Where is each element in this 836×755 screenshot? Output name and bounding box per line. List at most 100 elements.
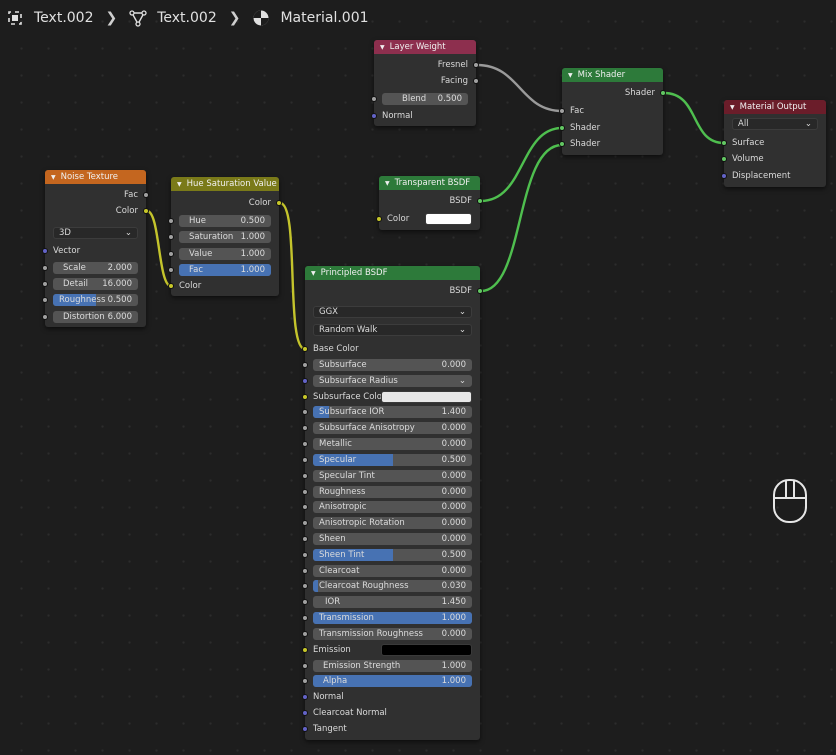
input-socket[interactable] <box>721 140 727 146</box>
color-swatch[interactable] <box>381 391 472 403</box>
subsurface-anisotropy-field[interactable]: Subsurface Anisotropy 0.000 <box>313 422 472 434</box>
input-socket[interactable] <box>559 125 565 131</box>
collapse-icon[interactable]: ▼ <box>51 174 56 181</box>
clearcoat-roughness-field[interactable]: Clearcoat Roughness 0.030 <box>313 580 472 592</box>
specular-tint-field[interactable]: Specular Tint 0.000 <box>313 470 472 482</box>
input-socket[interactable] <box>376 216 382 222</box>
input-socket[interactable] <box>42 314 48 320</box>
output-socket[interactable] <box>143 192 149 198</box>
input-socket[interactable] <box>302 726 308 732</box>
sheen-tint-field[interactable]: Sheen Tint 0.500 <box>313 549 472 561</box>
output-socket[interactable] <box>477 288 483 294</box>
input-socket[interactable] <box>302 536 308 542</box>
input-socket[interactable] <box>42 248 48 254</box>
input-socket[interactable] <box>42 297 48 303</box>
input-socket[interactable] <box>302 457 308 463</box>
input-socket[interactable] <box>302 678 308 684</box>
input-socket[interactable] <box>302 441 308 447</box>
output-socket[interactable] <box>473 78 479 84</box>
collapse-icon[interactable]: ▼ <box>311 270 316 277</box>
node-header[interactable]: ▼ Hue Saturation Value <box>171 177 279 191</box>
input-socket[interactable] <box>302 409 308 415</box>
input-socket[interactable] <box>371 113 377 119</box>
input-socket[interactable] <box>302 425 308 431</box>
output-socket[interactable] <box>473 62 479 68</box>
value-field[interactable]: Value 1.000 <box>179 248 271 260</box>
node-header[interactable]: ▼ Transparent BSDF <box>379 176 480 190</box>
input-socket[interactable] <box>302 615 308 621</box>
color-swatch[interactable] <box>381 644 472 656</box>
hue-field[interactable]: Hue 0.500 <box>179 215 271 227</box>
scale-field[interactable]: Scale 2.000 <box>53 262 138 274</box>
input-socket[interactable] <box>168 218 174 224</box>
blend-field[interactable]: Blend 0.500 <box>382 93 468 105</box>
dimension-dropdown[interactable]: 3D ⌄ <box>53 227 138 239</box>
noise-texture-node[interactable]: ▼ Noise Texture Fac Color 3D ⌄ Vector Sc… <box>42 170 149 327</box>
input-socket[interactable] <box>302 583 308 589</box>
roughness-field[interactable]: Roughness 0.000 <box>313 486 472 498</box>
distortion-field[interactable]: Distortion 6.000 <box>53 311 138 323</box>
color-swatch[interactable] <box>425 213 472 225</box>
output-socket[interactable] <box>143 208 149 214</box>
subsurface-radius-dropdown[interactable]: Subsurface Radius ⌄ <box>313 375 472 387</box>
principled-bsdf-node[interactable]: ▼ Principled BSDF BSDF GGX ⌄ Random Walk… <box>302 266 483 740</box>
node-header[interactable]: ▼ Principled BSDF <box>305 266 480 280</box>
input-socket[interactable] <box>302 568 308 574</box>
emission-strength-field[interactable]: Emission Strength 1.000 <box>313 660 472 672</box>
subsurface-ior-field[interactable]: Subsurface IOR 1.400 <box>313 406 472 418</box>
input-socket[interactable] <box>302 631 308 637</box>
target-dropdown[interactable]: All ⌄ <box>732 118 818 130</box>
ior-field[interactable]: IOR 1.450 <box>313 596 472 608</box>
input-socket[interactable] <box>302 694 308 700</box>
metallic-field[interactable]: Metallic 0.000 <box>313 438 472 450</box>
anisotropic-rotation-field[interactable]: Anisotropic Rotation 0.000 <box>313 517 472 529</box>
mix-shader-node[interactable]: ▼ Mix Shader Shader Fac Shader Shader <box>559 68 666 155</box>
output-socket[interactable] <box>276 200 282 206</box>
alpha-field[interactable]: Alpha 1.000 <box>313 675 472 687</box>
input-socket[interactable] <box>168 234 174 240</box>
input-socket[interactable] <box>302 552 308 558</box>
collapse-icon[interactable]: ▼ <box>385 180 390 187</box>
input-socket[interactable] <box>302 599 308 605</box>
output-socket[interactable] <box>660 90 666 96</box>
input-socket[interactable] <box>559 141 565 147</box>
saturation-field[interactable]: Saturation 1.000 <box>179 231 271 243</box>
collapse-icon[interactable]: ▼ <box>568 72 573 79</box>
anisotropic-field[interactable]: Anisotropic 0.000 <box>313 501 472 513</box>
input-socket[interactable] <box>168 251 174 257</box>
input-socket[interactable] <box>302 378 308 384</box>
layer-weight-node[interactable]: ▼ Layer Weight Fresnel Facing Blend 0.50… <box>371 40 479 126</box>
input-socket[interactable] <box>302 362 308 368</box>
sheen-field[interactable]: Sheen 0.000 <box>313 533 472 545</box>
subsurface-method-dropdown[interactable]: Random Walk ⌄ <box>313 324 472 336</box>
hue-saturation-value-node[interactable]: ▼ Hue Saturation Value Color Hue 0.500 S… <box>168 177 282 296</box>
input-socket[interactable] <box>302 346 308 352</box>
transmission-field[interactable]: Transmission 1.000 <box>313 612 472 624</box>
input-socket[interactable] <box>371 96 377 102</box>
input-socket[interactable] <box>721 156 727 162</box>
specular-field[interactable]: Specular 0.500 <box>313 454 472 466</box>
clearcoat-field[interactable]: Clearcoat 0.000 <box>313 565 472 577</box>
node-header[interactable]: ▼ Layer Weight <box>374 40 476 54</box>
input-socket[interactable] <box>302 394 308 400</box>
input-socket[interactable] <box>302 473 308 479</box>
input-socket[interactable] <box>302 710 308 716</box>
detail-field[interactable]: Detail 16.000 <box>53 278 138 290</box>
roughness-field[interactable]: Roughness 0.500 <box>53 294 138 306</box>
input-socket[interactable] <box>721 173 727 179</box>
input-socket[interactable] <box>302 647 308 653</box>
collapse-icon[interactable]: ▼ <box>730 104 735 111</box>
input-socket[interactable] <box>302 520 308 526</box>
node-header[interactable]: ▼ Material Output <box>724 100 826 114</box>
node-header[interactable]: ▼ Noise Texture <box>45 170 146 184</box>
input-socket[interactable] <box>168 267 174 273</box>
output-socket[interactable] <box>477 198 483 204</box>
node-header[interactable]: ▼ Mix Shader <box>562 68 663 82</box>
transparent-bsdf-node[interactable]: ▼ Transparent BSDF BSDF Color <box>376 176 483 230</box>
subsurface-field[interactable]: Subsurface 0.000 <box>313 359 472 371</box>
input-socket[interactable] <box>302 663 308 669</box>
input-socket[interactable] <box>168 283 174 289</box>
input-socket[interactable] <box>42 281 48 287</box>
input-socket[interactable] <box>42 265 48 271</box>
input-socket[interactable] <box>302 489 308 495</box>
